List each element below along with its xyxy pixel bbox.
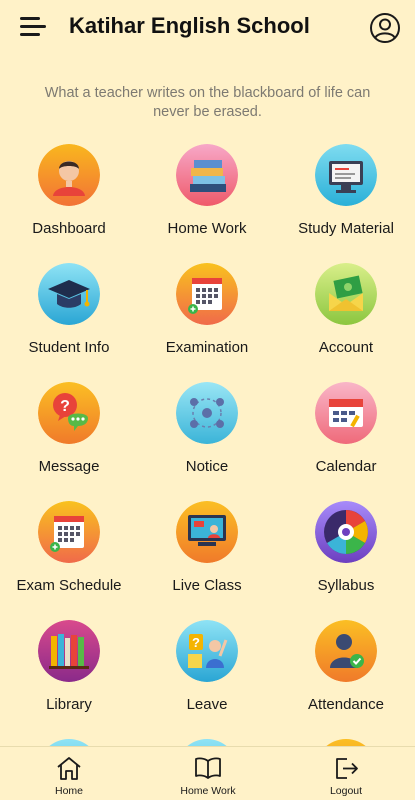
- menu-item-live-class[interactable]: Live Class: [138, 501, 276, 611]
- money-envelope-icon: [315, 263, 377, 325]
- menu-item-syllabus[interactable]: Syllabus: [277, 501, 415, 611]
- menu-item-examination[interactable]: Examination: [138, 263, 276, 373]
- menu-item-exam-schedule[interactable]: Exam Schedule: [0, 501, 138, 611]
- menu-item-label: Exam Schedule: [16, 577, 122, 594]
- calendar-page-icon: [315, 382, 377, 444]
- books-stack-icon: [176, 144, 238, 206]
- logout-icon: [336, 758, 358, 779]
- bookshelf-icon: [38, 620, 100, 682]
- menu-item-calendar[interactable]: Calendar: [277, 382, 415, 492]
- nav-home[interactable]: Home: [19, 747, 119, 800]
- menu-item-message[interactable]: ? Message: [0, 382, 138, 492]
- menu-grid: Dashboard Home Work Study Material Stude…: [0, 0, 415, 800]
- graduation-cap-icon: [38, 263, 100, 325]
- syllabus-wheel-icon: [315, 501, 377, 563]
- network-people-icon: [176, 382, 238, 444]
- menu-item-label: Account: [318, 339, 374, 356]
- computer-monitor-icon: [315, 144, 377, 206]
- menu-item-library[interactable]: Library: [0, 620, 138, 730]
- chat-bubbles-icon: ?: [38, 382, 100, 444]
- home-icon: [57, 757, 81, 780]
- menu-item-label: Calendar: [315, 458, 377, 475]
- nav-home-label: Home: [54, 785, 83, 797]
- menu-item-label: Dashboard: [32, 220, 106, 237]
- svg-text:?: ?: [60, 398, 70, 415]
- menu-item-dashboard[interactable]: Dashboard: [0, 144, 138, 254]
- bottom-nav: Home Home Work Logout: [0, 746, 415, 800]
- menu-item-student-info[interactable]: Student Info: [0, 263, 138, 373]
- menu-item-label: Leave: [186, 696, 228, 713]
- menu-item-notice[interactable]: Notice: [138, 382, 276, 492]
- calendar-add-icon: [38, 501, 100, 563]
- nav-logout[interactable]: Logout: [296, 747, 396, 800]
- menu-item-study-material[interactable]: Study Material: [277, 144, 415, 254]
- nav-home-work[interactable]: Home Work: [158, 747, 258, 800]
- student-avatar-icon: [38, 144, 100, 206]
- svg-text:?: ?: [192, 635, 200, 650]
- menu-item-label: Home Work: [167, 220, 247, 237]
- nav-home-work-label: Home Work: [180, 785, 236, 797]
- question-person-icon: ?: [176, 620, 238, 682]
- menu-item-attendance[interactable]: Attendance: [277, 620, 415, 730]
- menu-item-label: Examination: [165, 339, 249, 356]
- video-class-icon: [176, 501, 238, 563]
- menu-item-label: Library: [46, 696, 92, 713]
- menu-item-label: Attendance: [308, 696, 384, 713]
- calendar-add-icon: [176, 263, 238, 325]
- menu-item-label: Message: [38, 458, 100, 475]
- person-check-icon: [315, 620, 377, 682]
- menu-item-label: Study Material: [298, 220, 394, 237]
- open-book-icon: [195, 757, 221, 779]
- menu-item-account[interactable]: Account: [277, 263, 415, 373]
- menu-item-home-work[interactable]: Home Work: [138, 144, 276, 254]
- menu-item-label: Student Info: [28, 339, 110, 356]
- menu-item-label: Syllabus: [317, 577, 375, 594]
- menu-item-label: Live Class: [172, 577, 242, 594]
- menu-item-label: Notice: [185, 458, 229, 475]
- nav-logout-label: Logout: [329, 785, 363, 797]
- menu-item-leave[interactable]: ? Leave: [138, 620, 276, 730]
